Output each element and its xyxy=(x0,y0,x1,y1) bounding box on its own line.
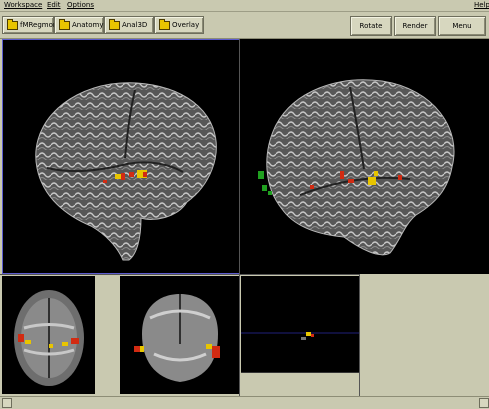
folder-button-overlay[interactable]: Overlay xyxy=(154,16,204,34)
menu-workspace[interactable]: Workspace xyxy=(4,1,42,9)
menu-help[interactable]: Help xyxy=(474,1,489,9)
slice-view-gray-panel xyxy=(95,276,118,394)
slice-view-axial[interactable] xyxy=(2,276,95,394)
folder-button-label: Anal3D xyxy=(122,21,148,29)
view-divider xyxy=(239,39,240,396)
folder-icon xyxy=(59,19,70,30)
scroll-right-arrow-icon[interactable] xyxy=(479,398,489,408)
slice-view-coronal[interactable] xyxy=(120,276,239,394)
slice-view-third[interactable] xyxy=(241,276,359,372)
folder-button-label: Overlay xyxy=(172,21,200,29)
folder-button-anatomy[interactable]: Anatomy xyxy=(54,16,104,34)
folder-icon xyxy=(7,19,18,30)
toolbar: fMRegmon Anatomy Anal3D Overlay Rotate R… xyxy=(0,12,489,39)
folder-icon xyxy=(109,19,120,30)
view-divider xyxy=(0,274,360,275)
render-button[interactable]: Render xyxy=(394,16,436,36)
brain-3d-view-right[interactable] xyxy=(240,39,489,274)
menu-options[interactable]: Options xyxy=(67,1,94,9)
view-divider xyxy=(359,274,360,396)
rotate-button[interactable]: Rotate xyxy=(350,16,392,36)
folder-button-anal3d[interactable]: Anal3D xyxy=(104,16,154,34)
bottom-status-strip xyxy=(0,396,489,409)
brain-3d-view-left[interactable] xyxy=(2,39,240,274)
menu-edit[interactable]: Edit xyxy=(47,1,61,9)
folder-button-label: Anatomy xyxy=(72,21,104,29)
menubar: Workspace Edit Options Help xyxy=(0,0,489,12)
folder-icon xyxy=(159,19,170,30)
folder-button-fmregmon[interactable]: fMRegmon xyxy=(2,16,58,34)
menu-button[interactable]: Menu xyxy=(438,16,486,36)
folder-button-label: fMRegmon xyxy=(20,21,58,29)
scroll-left-arrow-icon[interactable] xyxy=(2,398,12,408)
slice-view-third-footer xyxy=(241,372,359,395)
